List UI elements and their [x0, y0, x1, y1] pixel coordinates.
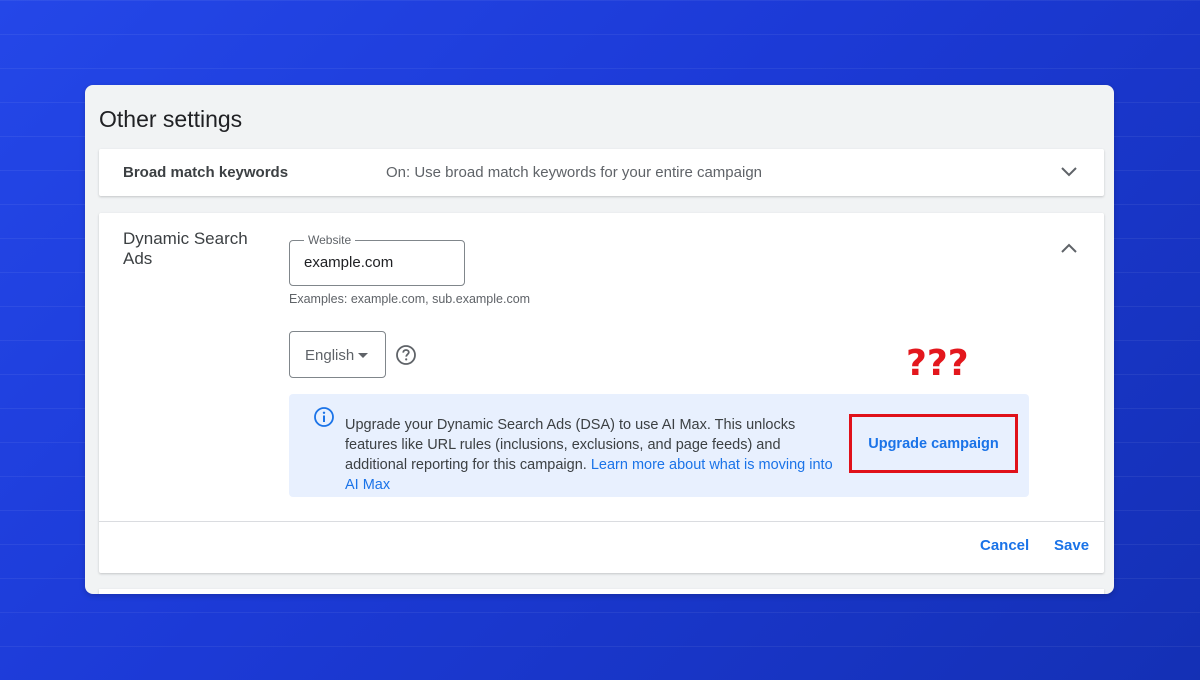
broad-match-row[interactable]: Broad match keywords On: Use broad match…	[99, 149, 1104, 196]
settings-card: Other settings Broad match keywords On: …	[85, 85, 1114, 594]
upgrade-info-box: Upgrade your Dynamic Search Ads (DSA) to…	[289, 394, 1029, 497]
chevron-up-icon[interactable]	[1060, 239, 1078, 257]
divider	[99, 521, 1104, 522]
next-row-edge	[99, 589, 1104, 594]
upgrade-campaign-button[interactable]: Upgrade campaign	[849, 414, 1018, 473]
info-text: Upgrade your Dynamic Search Ads (DSA) to…	[345, 415, 845, 495]
website-hint: Examples: example.com, sub.example.com	[289, 292, 531, 306]
cancel-button[interactable]: Cancel	[980, 537, 1029, 554]
question-marks-annotation: ???	[906, 343, 969, 384]
dsa-label: Dynamic Search Ads	[123, 229, 248, 268]
dropdown-arrow-icon	[358, 353, 368, 358]
save-button[interactable]: Save	[1054, 537, 1089, 554]
language-select[interactable]: English	[289, 331, 386, 378]
broad-match-label: Broad match keywords	[123, 164, 289, 181]
language-value: English	[305, 347, 355, 364]
dsa-panel: Dynamic Search Ads Website Examples: exa…	[99, 213, 1104, 573]
chevron-down-icon[interactable]	[1060, 163, 1078, 181]
website-input[interactable]	[304, 254, 454, 271]
section-title: Other settings	[99, 106, 243, 132]
website-legend: Website	[304, 233, 356, 247]
broad-match-summary: On: Use broad match keywords for your en…	[386, 164, 763, 181]
website-field[interactable]: Website	[289, 233, 465, 286]
help-icon[interactable]	[395, 344, 417, 366]
info-icon	[314, 407, 334, 427]
